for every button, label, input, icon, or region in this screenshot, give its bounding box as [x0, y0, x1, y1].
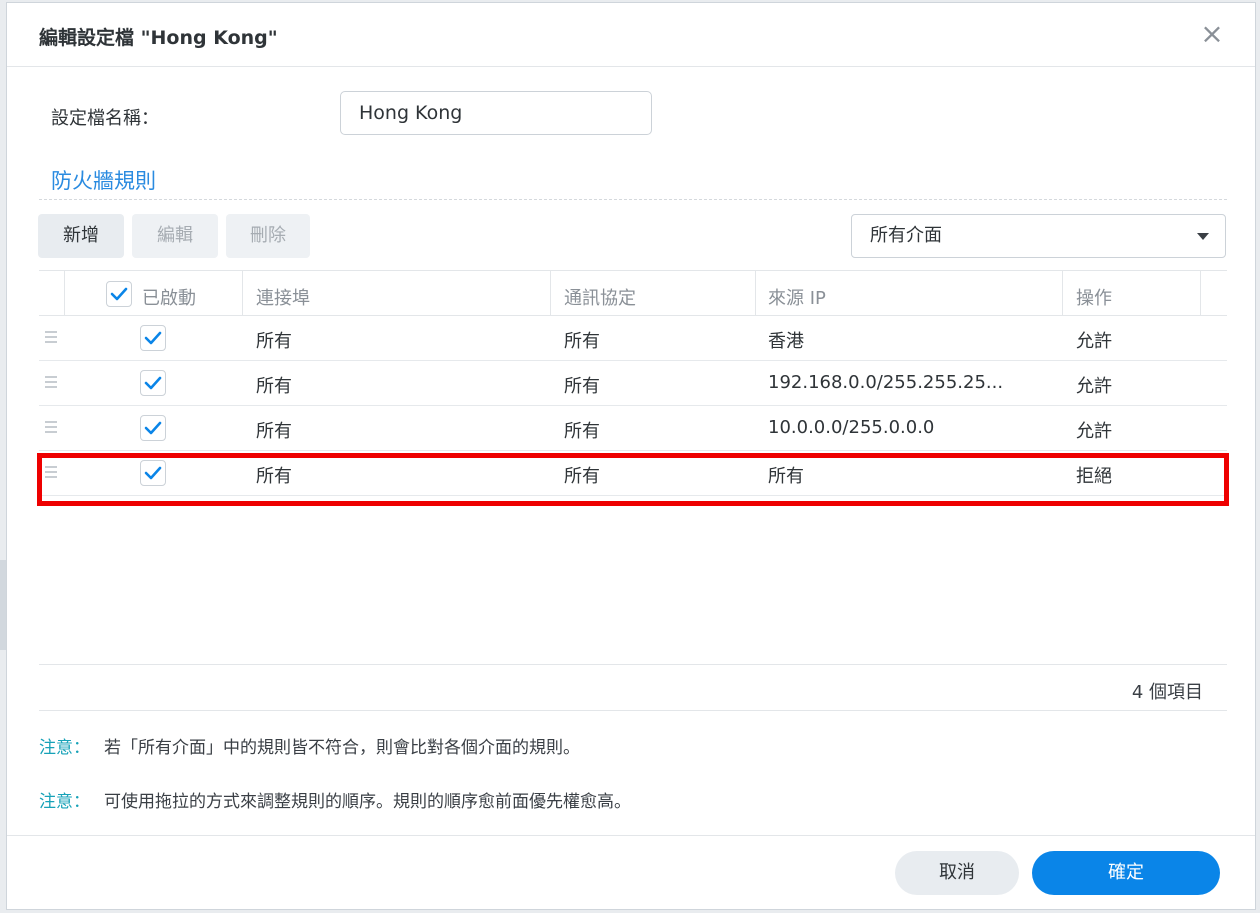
- notes-divider: [39, 710, 1227, 711]
- cell-protocol: 所有: [564, 421, 600, 442]
- dialog-title: 編輯設定檔 "Hong Kong": [39, 27, 278, 49]
- cell-source-ip: 10.0.0.0/255.0.0.0: [768, 417, 935, 438]
- item-count: 4 個項目: [1131, 682, 1203, 703]
- drag-handle-icon[interactable]: [45, 466, 57, 478]
- section-title: 防火牆規則: [51, 169, 156, 193]
- button-bar-divider: [7, 835, 1255, 836]
- note-1: 注意： 若「所有介面」中的規則皆不符合，則會比對各個介面的規則。: [39, 733, 580, 758]
- drag-handle-icon[interactable]: [45, 376, 57, 388]
- cell-source-ip: 所有: [768, 466, 804, 487]
- cell-action: 允許: [1076, 376, 1112, 397]
- row-enabled-checkbox[interactable]: [140, 370, 166, 396]
- header-enabled[interactable]: 已啟動: [142, 284, 196, 310]
- drag-handle-icon[interactable]: [45, 331, 57, 343]
- note-2: 注意： 可使用拖拉的方式來調整規則的順序。規則的順序愈前面優先權愈高。: [39, 787, 631, 812]
- profile-name-label: 設定檔名稱：: [51, 108, 159, 129]
- table-row[interactable]: 所有 所有 所有 拒絕: [39, 451, 1227, 496]
- note-label: 注意：: [39, 738, 90, 758]
- cell-port: 所有: [256, 376, 292, 397]
- cell-action: 允許: [1076, 421, 1112, 442]
- table-row[interactable]: 所有 所有 香港 允許: [39, 316, 1227, 361]
- row-enabled-checkbox[interactable]: [140, 415, 166, 441]
- note-label: 注意：: [39, 792, 90, 812]
- section-divider: [39, 199, 1227, 200]
- header-action[interactable]: 操作: [1076, 284, 1112, 310]
- cell-action: 拒絕: [1076, 466, 1112, 487]
- profile-name-input[interactable]: Hong Kong: [340, 91, 652, 135]
- ok-button[interactable]: 確定: [1032, 851, 1220, 895]
- interface-select-value: 所有介面: [870, 225, 942, 246]
- note-text: 可使用拖拉的方式來調整規則的順序。規則的順序愈前面優先權愈高。: [104, 792, 631, 812]
- cell-action: 允許: [1076, 331, 1112, 352]
- edit-profile-dialog: 編輯設定檔 "Hong Kong" × 設定檔名稱： Hong Kong 防火牆…: [6, 2, 1256, 910]
- delete-button[interactable]: 刪除: [226, 214, 310, 258]
- table-footer-divider: [39, 664, 1227, 665]
- row-enabled-checkbox[interactable]: [140, 325, 166, 351]
- edit-button[interactable]: 編輯: [132, 214, 218, 258]
- select-all-checkbox[interactable]: [106, 281, 132, 307]
- add-button[interactable]: 新增: [38, 214, 124, 258]
- table-row[interactable]: 所有 所有 10.0.0.0/255.0.0.0 允許: [39, 406, 1227, 451]
- cell-protocol: 所有: [564, 376, 600, 397]
- cancel-button[interactable]: 取消: [895, 851, 1019, 895]
- cell-source-ip: 香港: [768, 331, 804, 352]
- cell-port: 所有: [256, 421, 292, 442]
- cell-port: 所有: [256, 466, 292, 487]
- header-port[interactable]: 連接埠: [256, 284, 310, 310]
- interface-select[interactable]: 所有介面: [851, 214, 1226, 258]
- header-protocol[interactable]: 通訊協定: [564, 284, 636, 310]
- dialog-titlebar: 編輯設定檔 "Hong Kong" ×: [7, 3, 1255, 67]
- note-text: 若「所有介面」中的規則皆不符合，則會比對各個介面的規則。: [104, 738, 580, 758]
- close-icon[interactable]: ×: [1197, 19, 1227, 49]
- table-row[interactable]: 所有 所有 192.168.0.0/255.255.25... 允許: [39, 361, 1227, 406]
- drag-handle-icon[interactable]: [45, 421, 57, 433]
- chevron-down-icon: [1197, 233, 1209, 240]
- cell-protocol: 所有: [564, 466, 600, 487]
- row-enabled-checkbox[interactable]: [140, 460, 166, 486]
- cell-protocol: 所有: [564, 331, 600, 352]
- cell-source-ip: 192.168.0.0/255.255.25...: [768, 372, 1004, 393]
- header-source-ip[interactable]: 來源 IP: [768, 284, 826, 310]
- table-header: 已啟動 連接埠 通訊協定 來源 IP 操作: [39, 270, 1227, 316]
- rules-table: 已啟動 連接埠 通訊協定 來源 IP 操作 所有 所有 香港 允許 所有 所有 …: [39, 270, 1227, 496]
- cell-port: 所有: [256, 331, 292, 352]
